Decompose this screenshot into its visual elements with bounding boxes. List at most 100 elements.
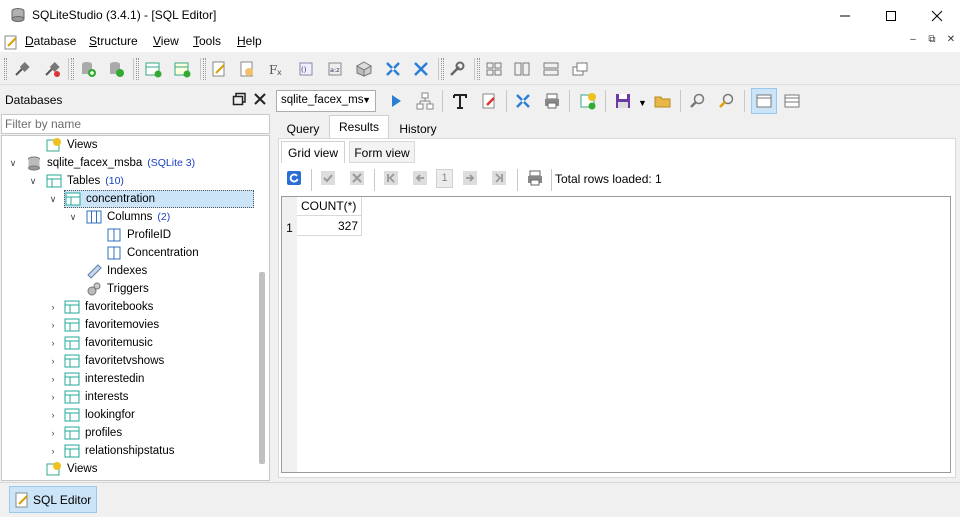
- expand-arrow-icon[interactable]: ›: [48, 374, 58, 384]
- tree-item-table[interactable]: favoritemovies: [64, 316, 159, 334]
- tree-scrollbar[interactable]: [259, 272, 265, 464]
- tile-windows-button[interactable]: [382, 58, 404, 80]
- grid-cell[interactable]: 327: [297, 216, 362, 236]
- last-page-button[interactable]: [489, 168, 509, 188]
- disconnect-db-button[interactable]: [41, 58, 63, 80]
- save-dropdown-chevron-icon[interactable]: ▼: [638, 98, 647, 108]
- tile-horizontal-button[interactable]: [511, 58, 533, 80]
- maximize-button[interactable]: [868, 0, 914, 31]
- export-grid-button[interactable]: [525, 168, 545, 188]
- save-sql-button[interactable]: [612, 90, 634, 112]
- expand-arrow-icon[interactable]: ›: [48, 302, 58, 312]
- toolbar-grip[interactable]: [71, 58, 74, 80]
- menu-tools[interactable]: Tools: [193, 34, 221, 48]
- tile-layout-button[interactable]: [483, 58, 505, 80]
- results-in-tab-button[interactable]: [751, 88, 777, 114]
- toolbar-grip[interactable]: [477, 58, 480, 80]
- expand-arrow-icon[interactable]: ›: [48, 320, 58, 330]
- rollback-button[interactable]: [347, 168, 367, 188]
- config-button[interactable]: [446, 58, 468, 80]
- results-below-button[interactable]: [781, 90, 803, 112]
- format-sql-button[interactable]: [449, 90, 471, 112]
- tree-item-triggers[interactable]: Triggers: [86, 280, 149, 298]
- tree-item-table[interactable]: profiles: [64, 424, 122, 442]
- result-panel-toggle-button[interactable]: [512, 90, 534, 112]
- tree-item-table-concentration[interactable]: concentration: [64, 190, 254, 208]
- tree-item-columns[interactable]: Columns (2): [86, 208, 170, 226]
- expand-arrow-icon[interactable]: ›: [48, 446, 58, 456]
- panel-float-button[interactable]: [231, 91, 247, 107]
- open-sql-file-button[interactable]: [652, 90, 674, 112]
- edit-table-button[interactable]: [171, 58, 193, 80]
- functions-editor-button[interactable]: Fx: [266, 58, 288, 80]
- menu-view[interactable]: View: [153, 34, 179, 48]
- extensions-editor-button[interactable]: a:z: [324, 58, 346, 80]
- tab-grid-view[interactable]: Grid view: [281, 141, 345, 163]
- mdi-minimize-button[interactable]: –: [905, 34, 921, 48]
- tab-form-view[interactable]: Form view: [349, 141, 415, 163]
- collapse-arrow-icon[interactable]: ∨: [68, 212, 78, 222]
- tree-item-indexes[interactable]: Indexes: [86, 262, 147, 280]
- collapse-arrow-icon[interactable]: ∨: [48, 194, 58, 204]
- execute-query-button[interactable]: [385, 90, 407, 112]
- tree-item-table[interactable]: favoritemusic: [64, 334, 153, 352]
- add-db-button[interactable]: [77, 58, 99, 80]
- collapse-arrow-icon[interactable]: ∨: [8, 158, 18, 168]
- database-select[interactable]: sqlite_facex_ms ▼: [276, 90, 376, 112]
- cascade-button[interactable]: [569, 58, 591, 80]
- tree-item-views[interactable]: Views: [46, 460, 97, 478]
- mdi-close-button[interactable]: ✕: [943, 34, 959, 48]
- column-header[interactable]: COUNT(*): [297, 197, 362, 216]
- explain-query-button[interactable]: [414, 90, 436, 112]
- toolbar-grip[interactable]: [203, 58, 206, 80]
- create-view-button[interactable]: [577, 90, 599, 112]
- tree-item-table[interactable]: favoritetvshows: [64, 352, 164, 370]
- row-number[interactable]: 1: [282, 221, 297, 235]
- tile-vertical-button[interactable]: [540, 58, 562, 80]
- tree-item-database[interactable]: sqlite_facex_msba (SQLite 3): [26, 154, 195, 172]
- tree-item-table[interactable]: relationshipstatus: [64, 442, 175, 460]
- page-number-field[interactable]: 1: [436, 169, 453, 188]
- cascade-windows-button[interactable]: [410, 58, 432, 80]
- panel-close-button[interactable]: [252, 91, 268, 107]
- menu-help[interactable]: Help: [237, 34, 262, 48]
- prev-page-button[interactable]: [410, 168, 430, 188]
- tree-item-table[interactable]: favoritebooks: [64, 298, 153, 316]
- tab-results[interactable]: Results: [329, 115, 389, 139]
- ddl-history-button[interactable]: [236, 58, 258, 80]
- connect-db-button[interactable]: [11, 58, 33, 80]
- commit-button[interactable]: [318, 168, 338, 188]
- filter-input[interactable]: [1, 114, 270, 134]
- expand-arrow-icon[interactable]: ›: [48, 428, 58, 438]
- tree-item-column[interactable]: ProfileID: [106, 226, 171, 244]
- expand-arrow-icon[interactable]: ›: [48, 410, 58, 420]
- expand-arrow-icon[interactable]: ›: [48, 392, 58, 402]
- tree-item-table[interactable]: lookingfor: [64, 406, 135, 424]
- mdi-restore-button[interactable]: ⧉: [924, 34, 940, 48]
- edit-db-button[interactable]: [105, 58, 127, 80]
- find-button[interactable]: [687, 90, 709, 112]
- clear-editor-button[interactable]: [478, 90, 500, 112]
- taskbar-sql-editor[interactable]: SQL Editor: [9, 486, 97, 513]
- expand-arrow-icon[interactable]: ›: [48, 338, 58, 348]
- code-snippets-button[interactable]: [353, 58, 375, 80]
- open-sql-editor-button[interactable]: [208, 58, 230, 80]
- find-replace-button[interactable]: [716, 90, 738, 112]
- next-page-button[interactable]: [460, 168, 480, 188]
- tree-item-table[interactable]: interests: [64, 388, 128, 406]
- tree-item-views-top[interactable]: Views: [46, 136, 97, 154]
- menu-structure[interactable]: Structure: [89, 34, 138, 48]
- minimize-button[interactable]: [822, 0, 868, 31]
- tab-query[interactable]: Query: [281, 117, 325, 139]
- results-grid[interactable]: [281, 196, 951, 473]
- menu-database[interactable]: Database: [25, 34, 76, 48]
- tree-item-tables[interactable]: Tables (10): [46, 172, 124, 190]
- toolbar-grip[interactable]: [4, 58, 7, 80]
- refresh-button[interactable]: [284, 168, 304, 188]
- tree-item-column[interactable]: Concentration: [106, 244, 199, 262]
- tree-item-table[interactable]: interestedin: [64, 370, 144, 388]
- collations-editor-button[interactable]: (): [295, 58, 317, 80]
- tab-history[interactable]: History: [393, 117, 443, 139]
- export-results-button[interactable]: [541, 90, 563, 112]
- new-table-button[interactable]: [142, 58, 164, 80]
